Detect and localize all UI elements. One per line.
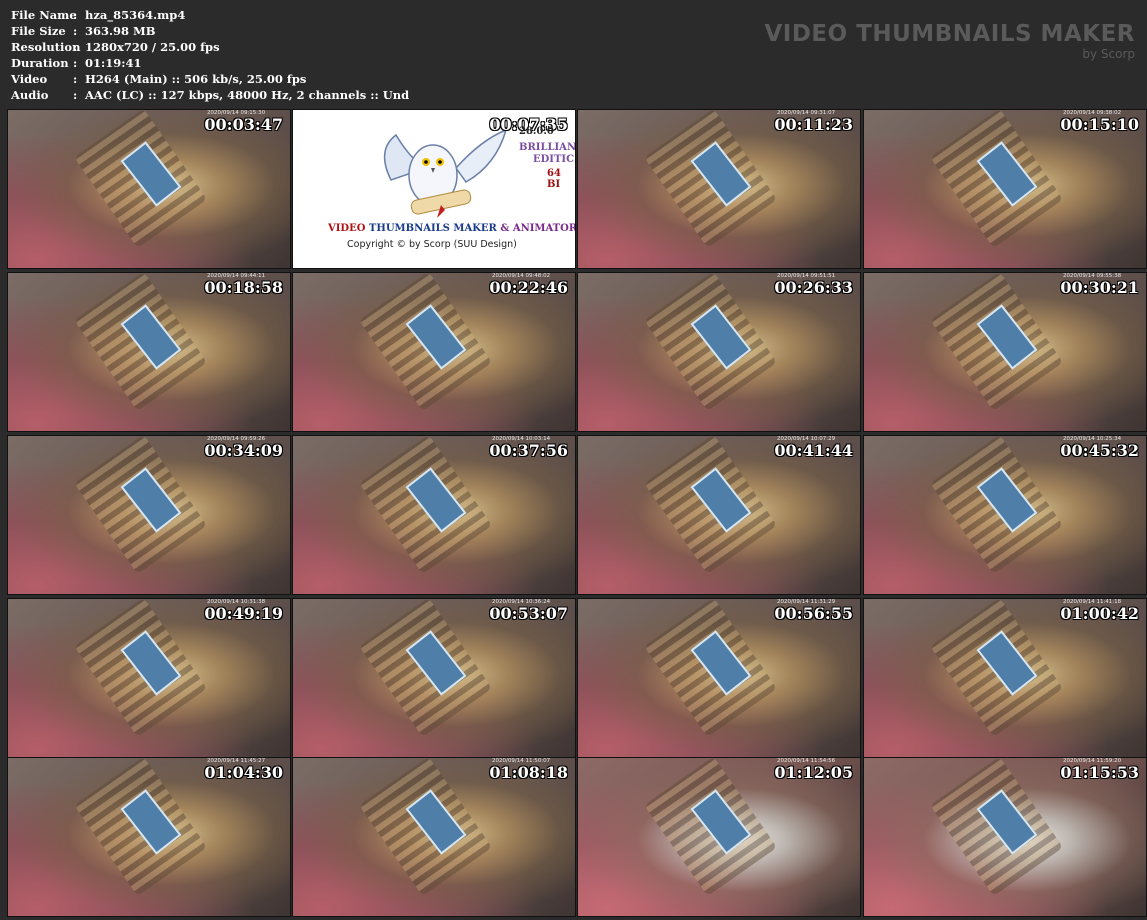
meta-value: 01:19:41: [85, 56, 142, 70]
thumbnail-tile[interactable]: 2020/09/14 11:59:20 01:15:53: [863, 757, 1147, 917]
thumbnail-timestamp: 00:45:32: [1060, 441, 1139, 460]
thumbnail-logo-tile[interactable]: 00:07:3528.0.0BRILLIANCEDITIC64 BIVIDEO …: [292, 109, 576, 269]
thumbnail-tile[interactable]: 2020/09/14 09:44:11 00:18:58: [7, 272, 291, 432]
version-label: 28.0.0: [519, 126, 554, 137]
meta-key: Video: [11, 72, 48, 86]
thumbnail-timestamp: 00:11:23: [774, 115, 853, 134]
meta-separator: :: [73, 40, 78, 54]
meta-value: hza_85364.mp4: [85, 8, 186, 22]
thumbnail-timestamp: 00:26:33: [774, 278, 853, 297]
meta-key: File Name: [11, 8, 77, 22]
meta-row-resolution: Resolution : 1280x720 / 25.00 fps: [11, 39, 409, 55]
brand-subtitle: by Scorp: [1082, 47, 1135, 61]
thumbnail-tile[interactable]: 2020/09/14 09:55:38 00:30:21: [863, 272, 1147, 432]
meta-row-duration: Duration : 01:19:41: [11, 55, 409, 71]
meta-row-file-size: File Size : 363.98 MB: [11, 23, 409, 39]
meta-value: 1280x720 / 25.00 fps: [85, 40, 220, 54]
copyright-text: Copyright © by Scorp (SUU Design): [347, 239, 517, 250]
thumbnail-tile[interactable]: 2020/09/14 10:31:38 00:49:19: [7, 598, 291, 758]
thumbnail-timestamp: 00:37:56: [489, 441, 568, 460]
thumbnail-tile[interactable]: 2020/09/14 09:38:02 00:15:10: [863, 109, 1147, 269]
thumbnail-tile[interactable]: 2020/09/14 10:03:14 00:37:56: [292, 435, 576, 595]
brand-watermark: VIDEO THUMBNAILS MAKER by Scorp: [764, 20, 1135, 60]
meta-separator: :: [73, 8, 78, 22]
thumbnail-tile[interactable]: 2020/09/14 11:31:29 00:56:55: [577, 598, 861, 758]
product-title-video: VIDEO: [328, 223, 366, 234]
thumbnail-tile[interactable]: 2020/09/14 10:25:34 00:45:32: [863, 435, 1147, 595]
meta-key: Audio: [11, 88, 49, 102]
meta-key: Duration: [11, 56, 69, 70]
thumbnail-timestamp: 00:30:21: [1060, 278, 1139, 297]
edition-label-2: EDITIC: [533, 154, 575, 165]
product-title-animator: & ANIMATOR: [500, 223, 576, 234]
meta-row-audio: Audio : AAC (LC) :: 127 kbps, 48000 Hz, …: [11, 87, 409, 103]
product-title-mid: THUMBNAILS MAKER: [365, 223, 501, 234]
thumbnail-tile[interactable]: 2020/09/14 09:31:07 00:11:23: [577, 109, 861, 269]
thumbnail-tile[interactable]: 2020/09/14 11:50:07 01:08:18: [292, 757, 576, 917]
thumbnail-timestamp: 00:41:44: [774, 441, 853, 460]
thumbnail-tile[interactable]: 2020/09/14 09:59:26 00:34:09: [7, 435, 291, 595]
thumbnail-timestamp: 00:34:09: [204, 441, 283, 460]
meta-separator: :: [73, 24, 78, 38]
thumbnail-timestamp: 00:15:10: [1060, 115, 1139, 134]
meta-value: H264 (Main) :: 506 kb/s, 25.00 fps: [85, 72, 307, 86]
thumbnail-tile[interactable]: 2020/09/14 10:36:24 00:53:07: [292, 598, 576, 758]
info-header: File Name : hza_85364.mp4 File Size : 36…: [0, 0, 1147, 108]
meta-separator: :: [73, 72, 78, 86]
meta-value: 363.98 MB: [85, 24, 156, 38]
thumbnail-timestamp: 00:56:55: [774, 604, 853, 623]
thumbnail-timestamp: 00:22:46: [489, 278, 568, 297]
thumbnail-timestamp: 01:00:42: [1060, 604, 1139, 623]
thumbnail-timestamp: 00:49:19: [204, 604, 283, 623]
edition-label-1: BRILLIANC: [519, 142, 576, 153]
meta-row-video: Video : H264 (Main) :: 506 kb/s, 25.00 f…: [11, 71, 409, 87]
thumbnail-timestamp: 01:15:53: [1060, 763, 1139, 782]
thumbnail-timestamp: 01:08:18: [489, 763, 568, 782]
thumbnail-tile[interactable]: 2020/09/14 09:15:30 00:03:47: [7, 109, 291, 269]
bits-label: 64 BI: [547, 168, 561, 190]
product-title: VIDEO THUMBNAILS MAKER & ANIMATOR: [328, 223, 576, 234]
thumbnail-timestamp: 01:04:30: [204, 763, 283, 782]
thumbnail-tile[interactable]: 2020/09/14 09:51:51 00:26:33: [577, 272, 861, 432]
thumbnail-tile[interactable]: 2020/09/14 11:41:18 01:00:42: [863, 598, 1147, 758]
thumbnail-timestamp: 00:03:47: [204, 115, 283, 134]
thumbnail-tile[interactable]: 2020/09/14 10:07:29 00:41:44: [577, 435, 861, 595]
thumbnail-tile[interactable]: 2020/09/14 11:54:56 01:12:05: [577, 757, 861, 917]
thumbnail-tile[interactable]: 2020/09/14 11:45:27 01:04:30: [7, 757, 291, 917]
thumbnail-tile[interactable]: 2020/09/14 09:48:02 00:22:46: [292, 272, 576, 432]
thumbnail-timestamp: 00:18:58: [204, 278, 283, 297]
meta-key: File Size: [11, 24, 66, 38]
meta-separator: :: [73, 56, 78, 70]
meta-row-file-name: File Name : hza_85364.mp4: [11, 7, 409, 23]
meta-key: Resolution: [11, 40, 81, 54]
thumbnail-timestamp: 00:53:07: [489, 604, 568, 623]
file-metadata: File Name : hza_85364.mp4 File Size : 36…: [11, 7, 409, 103]
meta-separator: :: [73, 88, 78, 102]
owl-logo-icon: [383, 128, 508, 218]
brand-title: VIDEO THUMBNAILS MAKER: [764, 21, 1135, 47]
thumbnail-grid: 2020/09/14 09:15:30 00:03:47 00:07:35 28.0.…: [7, 109, 1147, 917]
meta-value: AAC (LC) :: 127 kbps, 48000 Hz, 2 channe…: [85, 88, 410, 102]
thumbnail-timestamp: 01:12:05: [774, 763, 853, 782]
